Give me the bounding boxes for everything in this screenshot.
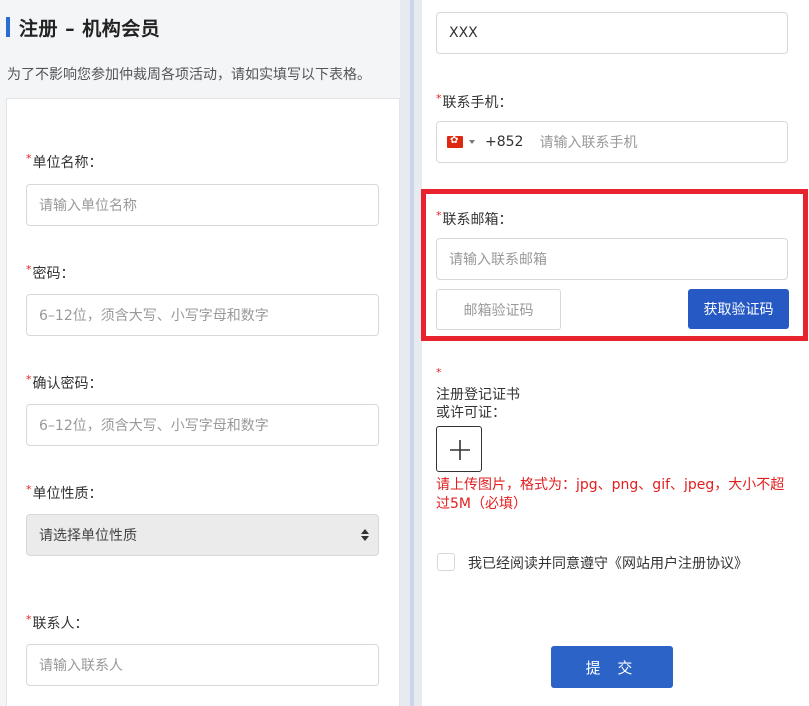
password-input[interactable]: 6–12位，须含大写、小写字母和数字 <box>26 294 379 336</box>
page-title-text: 注册 – 机构会员 <box>19 17 161 40</box>
page-subtitle: 为了不影响您参加仲裁周各项活动，请如实填写以下表格。 <box>7 67 371 83</box>
submit-button[interactable]: 提 交 <box>551 646 673 688</box>
confirm-password-label: *确认密码： <box>26 373 103 392</box>
mobile-input[interactable]: +852 请输入联系手机 <box>436 121 788 163</box>
contact-person-input[interactable]: 请输入联系人 <box>26 644 379 686</box>
upload-label: 注册登记证书 或许可证： <box>436 387 520 421</box>
page-title: 注册 – 机构会员 <box>0 14 160 40</box>
panel-divider-line <box>410 0 414 706</box>
org-type-select[interactable]: 请选择单位性质 <box>26 514 379 556</box>
org-name-input[interactable]: 请输入单位名称 <box>26 184 379 226</box>
password-label: *密码： <box>26 263 75 282</box>
upload-required-mark: * <box>436 366 442 379</box>
highlight-box <box>421 189 808 341</box>
hong-kong-flag-icon[interactable] <box>447 134 463 148</box>
country-dropdown-caret-icon[interactable] <box>469 140 475 144</box>
upload-hint: 请上传图片，格式为：jpg、png、gif、jpeg，大小不超过5M（必填） <box>436 477 785 512</box>
agreement-checkbox[interactable] <box>437 553 455 571</box>
title-accent-bar <box>6 17 10 37</box>
upload-button[interactable] <box>436 426 482 472</box>
country-code: +852 <box>485 134 524 150</box>
contact-person-value-input[interactable]: XXX <box>436 12 788 54</box>
confirm-password-input[interactable]: 6–12位，须含大写、小写字母和数字 <box>26 404 379 446</box>
mobile-placeholder: 请输入联系手机 <box>539 135 638 151</box>
agreement-text[interactable]: 我已经阅读并同意遵守《网站用户注册协议》 <box>468 553 748 573</box>
contact-person-label: *联系人： <box>26 613 89 632</box>
left-panel: 注册 – 机构会员 为了不影响您参加仲裁周各项活动，请如实填写以下表格。 <box>0 0 400 706</box>
plus-icon <box>450 440 470 460</box>
select-arrows-icon <box>360 527 370 543</box>
org-name-label: *单位名称： <box>26 152 103 171</box>
org-type-label: *单位性质： <box>26 483 103 502</box>
mobile-label: *联系手机： <box>436 92 513 111</box>
